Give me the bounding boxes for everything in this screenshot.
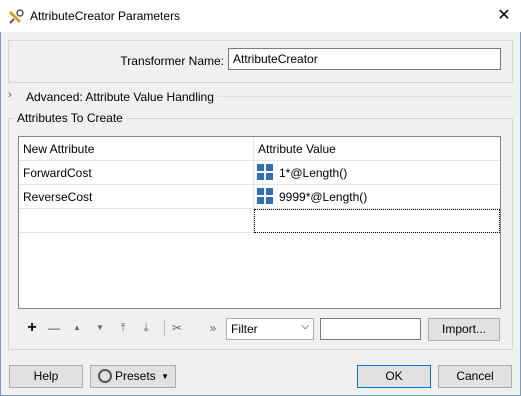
import-button[interactable]: Import...	[428, 318, 500, 341]
cancel-button[interactable]: Cancel	[438, 365, 512, 388]
move-down-icon[interactable]: ▼	[93, 318, 107, 338]
window-title: AttributeCreator Parameters	[30, 9, 181, 23]
cut-icon[interactable]: ✂	[170, 318, 184, 338]
close-icon[interactable]: ✕	[492, 4, 516, 28]
filter-select[interactable]: Filter ⌵	[226, 318, 314, 340]
chevron-down-icon: ⌵	[301, 321, 309, 332]
advanced-section-toggle[interactable]: Advanced: Attribute Value Handling	[26, 90, 214, 104]
chevron-right-icon[interactable]: ›	[8, 89, 12, 101]
remove-row-icon[interactable]: —	[46, 318, 62, 338]
attribute-value-cell[interactable]: 9999*@Length()	[254, 185, 500, 209]
help-button[interactable]: Help	[9, 365, 83, 388]
divider	[218, 96, 513, 97]
expression-editor-icon[interactable]	[257, 188, 273, 204]
move-top-icon[interactable]: ⤒	[116, 318, 130, 338]
more-options-icon[interactable]: »	[206, 318, 220, 338]
filter-selected-value: Filter	[231, 322, 258, 336]
presets-label: Presets	[115, 369, 156, 383]
empty-value-cell[interactable]	[254, 209, 500, 233]
add-row-icon[interactable]: +	[24, 318, 40, 338]
attribute-value-cell[interactable]: 1*@Length()	[254, 161, 500, 185]
attribute-value-text: 1*@Length()	[279, 166, 348, 180]
transformer-name-input[interactable]	[228, 48, 501, 70]
move-up-icon[interactable]: ▲	[70, 318, 84, 338]
transformer-icon	[9, 9, 24, 24]
attribute-name-cell[interactable]: ForwardCost	[19, 161, 254, 185]
move-bottom-icon[interactable]: ⤓	[139, 318, 153, 338]
attribute-name-cell[interactable]: ReverseCost	[19, 185, 254, 209]
column-header-new-attribute[interactable]: New Attribute	[19, 137, 254, 161]
presets-button[interactable]: Presets ▼	[90, 365, 176, 388]
toolbar-separator	[164, 320, 165, 336]
transformer-name-label: Transformer Name:	[120, 54, 224, 68]
caret-down-icon: ▼	[161, 372, 169, 381]
attribute-value-text: 9999*@Length()	[279, 190, 368, 204]
ok-button[interactable]: OK	[357, 365, 431, 388]
expression-editor-icon[interactable]	[257, 164, 273, 180]
column-header-attribute-value[interactable]: Attribute Value	[254, 137, 500, 161]
gear-icon	[98, 369, 112, 383]
attributes-group-title: Attributes To Create	[14, 111, 126, 125]
empty-name-cell[interactable]	[19, 209, 254, 233]
filter-input[interactable]	[320, 318, 421, 340]
